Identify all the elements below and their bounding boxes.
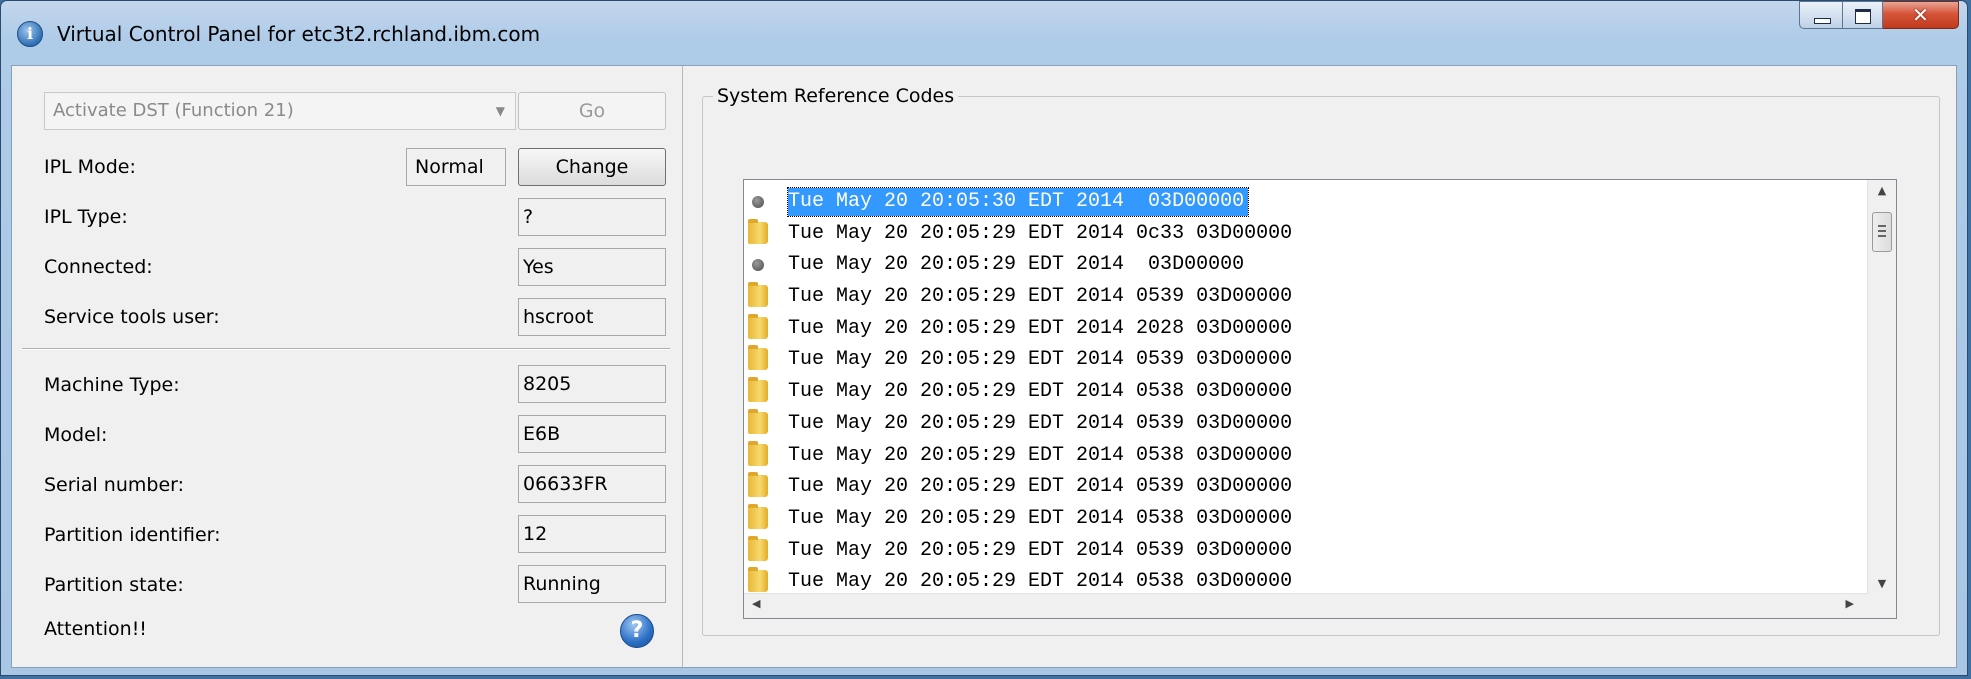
folder-icon xyxy=(748,377,768,403)
scroll-left-icon[interactable]: ◀ xyxy=(752,597,760,610)
service-tools-user-value: hscroot xyxy=(518,298,666,336)
folder-icon xyxy=(748,218,768,244)
src-entry-text: Tue May 20 20:05:29 EDT 2014 0539 03D000… xyxy=(788,348,1293,372)
scroll-down-icon[interactable]: ▼ xyxy=(1868,577,1896,590)
src-list-item[interactable]: Tue May 20 20:05:30 EDT 2014 03D00000 xyxy=(744,184,1868,217)
model-value: E6B xyxy=(518,415,666,453)
ipl-type-label: IPL Type: xyxy=(44,206,128,228)
folder-icon xyxy=(748,472,768,498)
src-list[interactable]: Tue May 20 20:05:30 EDT 2014 03D00000 Tue… xyxy=(743,179,1897,619)
src-entry-text: Tue May 20 20:05:29 EDT 2014 0538 03D000… xyxy=(788,380,1293,404)
src-entry-text: Tue May 20 20:05:29 EDT 2014 0538 03D000… xyxy=(788,443,1293,467)
src-entry-text: Tue May 20 20:05:29 EDT 2014 0539 03D000… xyxy=(788,538,1293,562)
folder-icon xyxy=(748,408,768,434)
src-list-item[interactable]: Tue May 20 20:05:29 EDT 2014 0539 03D000… xyxy=(744,406,1868,438)
src-list-item[interactable]: Tue May 20 20:05:29 EDT 2014 0539 03D000… xyxy=(744,342,1868,374)
folder-icon xyxy=(748,535,768,561)
window: i Virtual Control Panel for etc3t2.rchla… xyxy=(0,0,1968,676)
src-list-item[interactable]: Tue May 20 20:05:29 EDT 2014 0539 03D000… xyxy=(744,279,1868,311)
partition-state-label: Partition state: xyxy=(44,574,184,596)
bullet-icon xyxy=(752,259,764,272)
close-icon: ✕ xyxy=(1912,3,1929,27)
section-divider xyxy=(22,348,670,350)
function-select-value: Activate DST (Function 21) xyxy=(53,100,294,121)
scroll-corner xyxy=(1868,594,1896,618)
folder-icon xyxy=(748,345,768,371)
change-button-label: Change xyxy=(555,156,629,178)
serial-number-value: 06633FR xyxy=(518,465,666,503)
src-list-item[interactable]: Tue May 20 20:05:29 EDT 2014 0539 03D000… xyxy=(744,469,1868,501)
scroll-thumb[interactable] xyxy=(1872,212,1892,252)
folder-icon xyxy=(748,440,768,466)
maximize-icon xyxy=(1855,9,1871,24)
group-title: System Reference Codes xyxy=(713,85,959,107)
partition-state-value: Running xyxy=(518,565,666,603)
partition-identifier-value: 12 xyxy=(518,515,666,553)
machine-type-label: Machine Type: xyxy=(44,374,180,396)
chevron-down-icon: ▼ xyxy=(495,104,505,118)
src-entry-text: Tue May 20 20:05:29 EDT 2014 0538 03D000… xyxy=(788,570,1293,594)
change-ipl-mode-button[interactable]: Change xyxy=(518,148,666,186)
connected-value: Yes xyxy=(518,248,666,286)
system-reference-codes-group: System Reference Codes Tue May 20 20:05:… xyxy=(702,85,1940,636)
info-icon: i xyxy=(17,21,43,47)
bullet-icon xyxy=(752,196,764,208)
src-entry-text: Tue May 20 20:05:30 EDT 2014 03D00000 xyxy=(786,187,1250,217)
src-list-item[interactable]: Tue May 20 20:05:29 EDT 2014 0538 03D000… xyxy=(744,374,1868,406)
vertical-scrollbar[interactable]: ▲ ▼ xyxy=(1867,180,1896,594)
src-list-rows: Tue May 20 20:05:30 EDT 2014 03D00000 Tue… xyxy=(744,184,1868,594)
src-list-item[interactable]: Tue May 20 20:05:29 EDT 2014 0538 03D000… xyxy=(744,564,1868,594)
src-list-item[interactable]: Tue May 20 20:05:29 EDT 2014 0538 03D000… xyxy=(744,438,1868,470)
src-list-item[interactable]: Tue May 20 20:05:29 EDT 2014 0538 03D000… xyxy=(744,501,1868,533)
minimize-icon xyxy=(1814,18,1831,24)
ipl-mode-value: Normal xyxy=(406,148,506,186)
src-list-item[interactable]: Tue May 20 20:05:29 EDT 2014 03D00000 xyxy=(744,247,1868,279)
model-label: Model: xyxy=(44,424,108,446)
service-tools-user-label: Service tools user: xyxy=(44,306,220,328)
attention-label: Attention!! xyxy=(44,618,147,640)
client-area: Activate DST (Function 21) ▼ Go IPL Mode… xyxy=(11,65,1957,668)
src-entry-text: Tue May 20 20:05:29 EDT 2014 2028 03D000… xyxy=(788,316,1293,340)
src-list-item[interactable]: Tue May 20 20:05:29 EDT 2014 0c33 03D000… xyxy=(744,216,1868,248)
maximize-button[interactable] xyxy=(1843,1,1883,29)
src-entry-text: Tue May 20 20:05:29 EDT 2014 0539 03D000… xyxy=(788,411,1293,435)
machine-type-value: 8205 xyxy=(518,365,666,403)
horizontal-scrollbar[interactable]: ◀ ▶ xyxy=(744,593,1868,618)
folder-icon xyxy=(748,282,768,308)
caption-buttons: ✕ xyxy=(1799,1,1959,31)
window-title: Virtual Control Panel for etc3t2.rchland… xyxy=(57,22,541,46)
src-list-viewport: Tue May 20 20:05:30 EDT 2014 03D00000 Tue… xyxy=(744,180,1868,594)
go-button[interactable]: Go xyxy=(518,92,666,130)
minimize-button[interactable] xyxy=(1799,1,1843,29)
partition-identifier-label: Partition identifier: xyxy=(44,524,221,546)
scroll-right-icon[interactable]: ▶ xyxy=(1846,597,1854,610)
connected-label: Connected: xyxy=(44,256,153,278)
control-panel: Activate DST (Function 21) ▼ Go IPL Mode… xyxy=(12,66,683,667)
grip-icon xyxy=(1878,225,1886,237)
ipl-type-value: ? xyxy=(518,198,666,236)
folder-icon xyxy=(748,567,768,593)
src-entry-text: Tue May 20 20:05:29 EDT 2014 0c33 03D000… xyxy=(788,221,1293,245)
title-bar[interactable]: i Virtual Control Panel for etc3t2.rchla… xyxy=(1,1,1967,65)
src-entry-text: Tue May 20 20:05:29 EDT 2014 0539 03D000… xyxy=(788,285,1293,309)
src-entry-text: Tue May 20 20:05:29 EDT 2014 03D00000 xyxy=(788,253,1245,277)
src-entry-text: Tue May 20 20:05:29 EDT 2014 0539 03D000… xyxy=(788,475,1293,499)
src-list-item[interactable]: Tue May 20 20:05:29 EDT 2014 2028 03D000… xyxy=(744,311,1868,343)
close-button[interactable]: ✕ xyxy=(1883,1,1959,29)
serial-number-label: Serial number: xyxy=(44,474,185,496)
src-entry-text: Tue May 20 20:05:29 EDT 2014 0538 03D000… xyxy=(788,506,1293,530)
ipl-mode-label: IPL Mode: xyxy=(44,156,136,178)
folder-icon xyxy=(748,313,768,339)
help-icon[interactable]: ? xyxy=(620,614,654,648)
src-list-item[interactable]: Tue May 20 20:05:29 EDT 2014 0539 03D000… xyxy=(744,533,1868,565)
scroll-up-icon[interactable]: ▲ xyxy=(1868,184,1896,197)
function-select[interactable]: Activate DST (Function 21) ▼ xyxy=(44,92,516,130)
folder-icon xyxy=(748,503,768,529)
